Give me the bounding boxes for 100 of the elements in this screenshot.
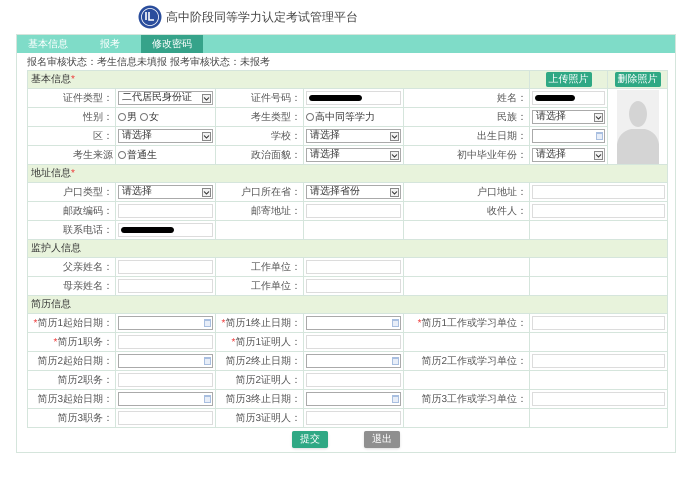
input-field[interactable] [532,204,666,218]
required-mark: * [232,336,236,348]
input-field[interactable] [306,204,401,218]
select-field[interactable]: 请选择 [306,129,401,143]
select-field[interactable]: 请选择省份 [306,185,401,199]
section-title: 基本信息 [31,74,71,85]
field-label: 户口地址： [477,186,528,198]
field-label: 学校： [271,130,301,142]
field-label: 出生日期： [477,130,528,142]
select-field[interactable]: 请选择 [306,148,401,162]
select-field[interactable]: 二代居民身份证 [118,91,213,105]
field-label: 简历1起始日期： [37,318,113,328]
field-label: 简历2证明人： [235,374,301,386]
field-label: 工作单位： [251,280,301,292]
input-field[interactable] [306,411,401,425]
input-field[interactable] [118,411,213,425]
required-mark: * [418,318,422,328]
calendar-icon [204,395,211,403]
date-field[interactable] [532,129,606,143]
radio-option[interactable]: 男 [118,110,137,124]
required-mark: * [34,318,38,328]
input-field[interactable] [532,316,666,330]
date-field[interactable] [118,354,213,368]
field-label: 民族： [497,112,528,122]
input-field[interactable] [532,185,666,199]
site-title: 高中阶段同等学力认定考试管理平台 [166,9,358,26]
input-field[interactable] [118,373,213,387]
dropdown-caret-icon [202,132,211,140]
dropdown-caret-icon [390,132,399,140]
field-label: 简历1证明人： [235,336,301,348]
select-field[interactable]: 请选择 [118,185,213,199]
field-label: 简历2终止日期： [225,356,301,366]
date-field[interactable] [118,316,213,330]
input-field[interactable] [118,260,213,274]
field-label: 简历1职务： [57,336,113,348]
input-field[interactable] [306,335,401,349]
input-field[interactable] [118,204,213,218]
field-label: 父亲姓名： [63,262,113,272]
required-mark: * [71,74,75,85]
select-field[interactable]: 请选择 [532,148,606,162]
field-label: 简历2起始日期： [37,356,113,366]
field-label: 工作单位： [251,262,301,272]
calendar-icon [204,357,211,365]
input-field[interactable] [306,373,401,387]
field-label: 考生来源 [73,150,113,160]
input-field[interactable] [306,279,401,293]
calendar-icon [392,357,399,365]
section-title: 监护人信息 [31,243,81,254]
calendar-icon [392,319,399,327]
status-text: 报名审核状态：考生信息未填报 报考审核状态：未报考 [27,56,271,70]
field-label: 简历3终止日期： [225,394,301,404]
input-field[interactable] [306,260,401,274]
field-label: 考生类型： [251,112,301,122]
field-label: 简历3起始日期： [37,394,113,404]
field-label: 政治面貌： [251,150,301,160]
dropdown-caret-icon [390,188,399,196]
dropdown-caret-icon [202,188,211,196]
field-label: 邮政编码： [63,206,113,216]
input-field[interactable] [532,354,666,368]
select-field[interactable]: 请选择 [118,129,213,143]
section-title: 地址信息 [31,168,71,179]
select-field[interactable]: 请选择 [532,110,606,124]
field-label: 性别： [83,112,113,122]
date-field[interactable] [306,354,401,368]
radio-option[interactable]: 女 [140,110,159,124]
field-label: 户口类型： [63,186,113,198]
section-title: 简历信息 [31,299,71,310]
field-label: 区： [93,130,113,142]
dropdown-caret-icon [202,94,211,102]
field-label: 简历3证明人： [235,412,301,424]
required-mark: * [71,168,75,179]
redaction-mark [535,95,576,101]
dropdown-caret-icon [594,150,604,160]
field-label: 母亲姓名： [63,280,113,292]
avatar-placeholder-icon [616,90,659,164]
dropdown-caret-icon [390,150,399,160]
required-mark: * [222,318,226,328]
input-field[interactable] [532,392,666,406]
field-label: 证件类型： [63,92,113,104]
date-field[interactable] [306,392,401,406]
date-field[interactable] [118,392,213,406]
field-label: 简历1工作或学习单位： [421,318,528,328]
required-mark: * [54,336,58,348]
field-label: 邮寄地址： [251,206,301,216]
field-label: 初中毕业年份： [457,150,528,160]
field-label: 简历3职务： [57,412,113,424]
field-label: 联系电话： [63,224,113,236]
field-label: 简历1终止日期： [225,318,301,328]
date-field[interactable] [306,316,401,330]
field-label: 简历2职务： [57,374,113,386]
input-field[interactable] [118,279,213,293]
field-label: 户口所在省： [241,186,301,198]
calendar-icon [204,319,211,327]
field-label: 姓名： [497,92,528,104]
input-field[interactable] [118,335,213,349]
field-label: 简历2工作或学习单位： [421,356,528,366]
redaction-mark [309,95,362,101]
calendar-icon [596,132,604,140]
field-label: 简历3工作或学习单位： [421,394,528,404]
logo-icon [138,5,162,29]
